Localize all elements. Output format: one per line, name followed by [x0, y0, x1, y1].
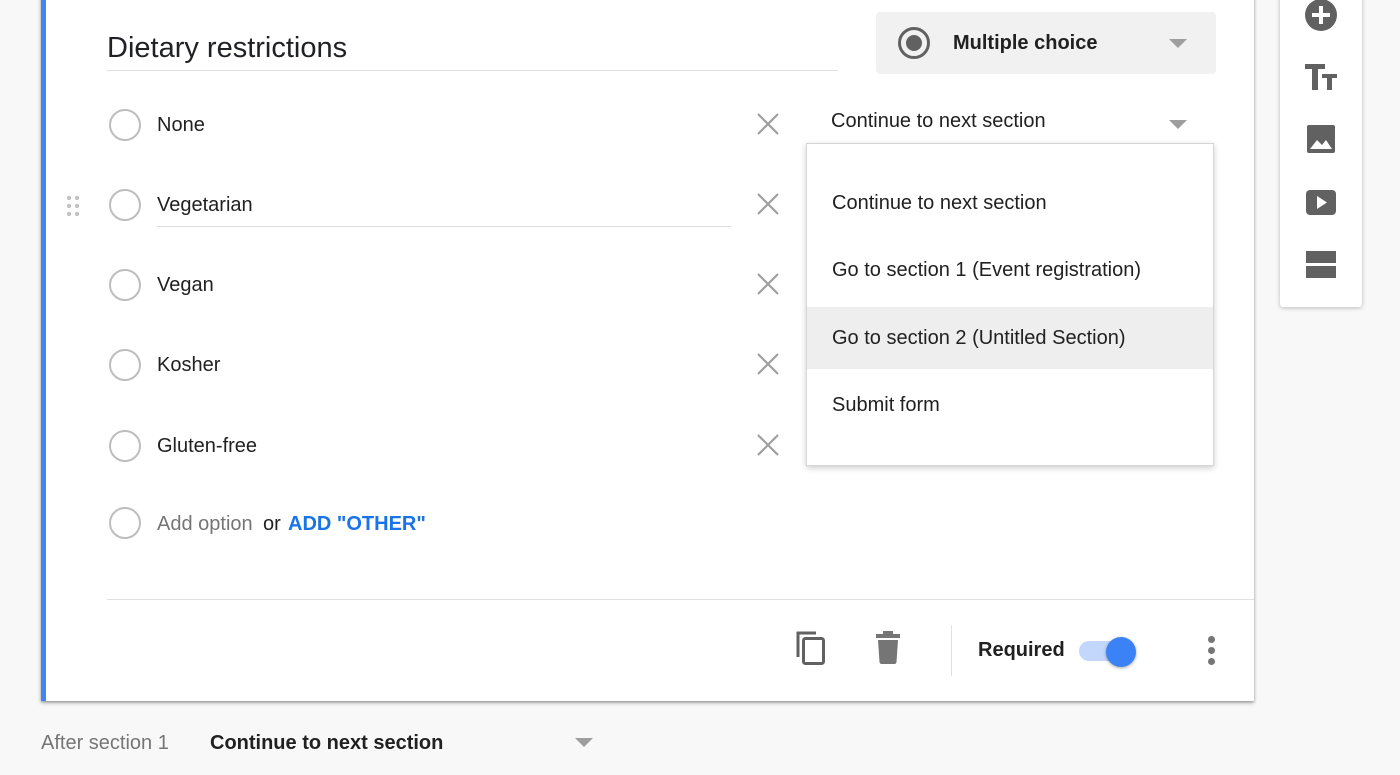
add-other-link[interactable]: ADD "OTHER"	[288, 513, 426, 536]
go-to-section-select[interactable]: Continue to next section	[831, 110, 1201, 140]
radio-circle-icon	[109, 189, 141, 221]
add-image-icon[interactable]	[1302, 120, 1340, 158]
menu-item-section-1[interactable]: Go to section 1 (Event registration)	[807, 239, 1213, 301]
menu-item-continue[interactable]: Continue to next section	[807, 172, 1213, 234]
add-video-icon[interactable]	[1302, 183, 1340, 221]
drag-handle-icon[interactable]	[65, 194, 81, 218]
option-input-underline	[157, 226, 731, 227]
option-label[interactable]: None	[157, 114, 205, 137]
radio-button-checked-icon	[898, 27, 930, 59]
footer-divider	[107, 599, 1254, 600]
radio-circle-icon	[109, 349, 141, 381]
after-section-label: After section 1	[41, 732, 169, 754]
option-row: Vegan	[0, 260, 800, 310]
question-title-input[interactable]: Dietary restrictions	[107, 28, 838, 71]
toggle-thumb	[1106, 637, 1136, 667]
add-section-icon[interactable]	[1302, 246, 1340, 284]
close-icon[interactable]	[754, 190, 782, 218]
go-to-section-value: Continue to next section	[831, 110, 1046, 132]
radio-circle-icon	[109, 109, 141, 141]
more-vert-icon[interactable]	[1203, 633, 1221, 667]
option-label[interactable]: Vegetarian	[157, 194, 253, 217]
after-section-select[interactable]: Continue to next section	[210, 732, 443, 755]
option-row: None	[0, 100, 800, 150]
dropdown-arrow-icon	[1169, 120, 1187, 129]
option-label[interactable]: Kosher	[157, 354, 220, 377]
add-question-icon[interactable]	[1302, 0, 1340, 34]
close-icon[interactable]	[754, 431, 782, 459]
or-text: or	[263, 513, 281, 535]
radio-circle-icon	[109, 269, 141, 301]
radio-circle-icon	[109, 507, 141, 539]
menu-item-section-2[interactable]: Go to section 2 (Untitled Section)	[807, 307, 1213, 369]
question-type-label: Multiple choice	[953, 32, 1098, 54]
option-label[interactable]: Vegan	[157, 274, 214, 297]
required-label: Required	[978, 639, 1065, 661]
required-toggle[interactable]	[1079, 637, 1139, 667]
footer-separator	[951, 625, 952, 676]
menu-item-submit[interactable]: Submit form	[807, 374, 1213, 436]
add-option-row: Add option or ADD "OTHER"	[0, 498, 800, 548]
question-type-select[interactable]: Multiple choice	[876, 12, 1216, 74]
option-row: Gluten-free	[0, 421, 800, 471]
close-icon[interactable]	[754, 110, 782, 138]
add-title-icon[interactable]	[1302, 58, 1340, 96]
trash-icon[interactable]	[871, 629, 905, 667]
close-icon[interactable]	[754, 350, 782, 378]
option-row: Kosher	[0, 340, 800, 390]
go-to-section-menu: Continue to next section Go to section 1…	[806, 143, 1214, 466]
dropdown-arrow-icon	[1169, 39, 1187, 48]
option-row: Vegetarian	[0, 180, 800, 230]
close-icon[interactable]	[754, 270, 782, 298]
add-option-input[interactable]: Add option	[157, 513, 253, 536]
option-label[interactable]: Gluten-free	[157, 435, 257, 458]
radio-circle-icon	[109, 430, 141, 462]
side-toolbar	[1280, 0, 1362, 307]
dropdown-arrow-icon[interactable]	[575, 738, 593, 747]
copy-icon[interactable]	[794, 629, 828, 667]
